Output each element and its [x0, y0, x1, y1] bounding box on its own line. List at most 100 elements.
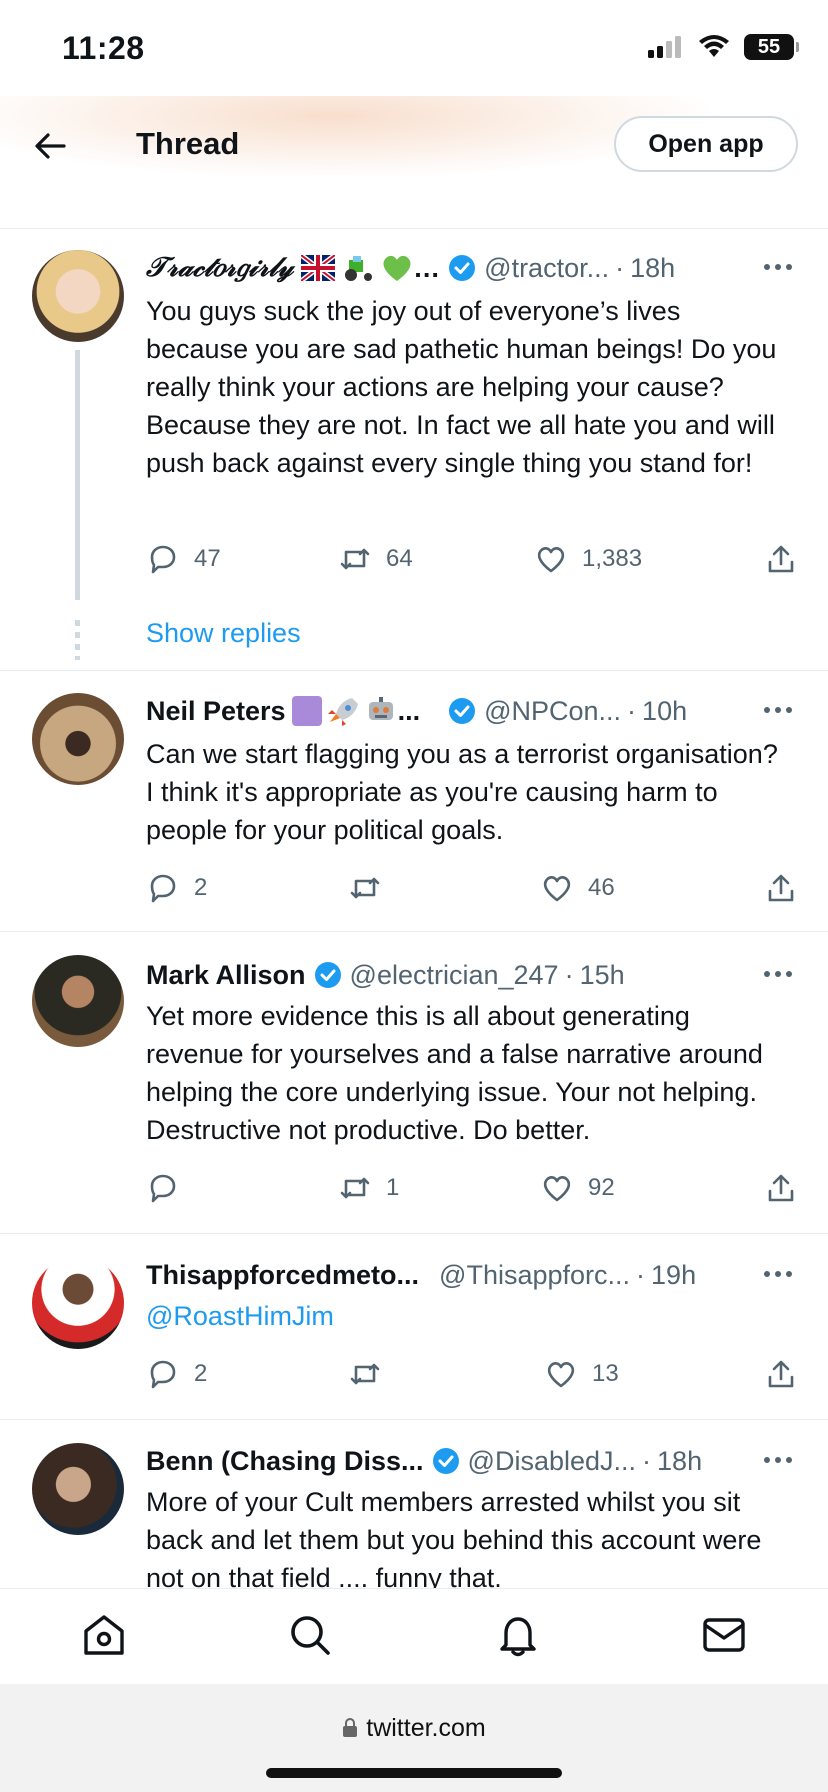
share-button[interactable]	[764, 871, 798, 905]
share-icon	[768, 874, 794, 902]
heart-icon	[537, 547, 565, 573]
separator-dot: ·	[642, 1445, 652, 1476]
separator-dot: ·	[564, 959, 574, 990]
share-button[interactable]	[764, 1171, 798, 1205]
tweet-header: Mark Allison @electrician_247 · 15h	[146, 955, 798, 995]
handle[interactable]: @Thisappforc...	[439, 1260, 630, 1291]
previous-tweet-actions-cut	[0, 196, 828, 229]
separator-dot: ·	[636, 1259, 646, 1290]
display-name[interactable]: Neil Peters	[146, 696, 286, 727]
thread-tweet[interactable]: 𝒯𝓇𝒶𝒸𝓉𝑜𝓇𝑔𝒾𝓇𝓁𝓎 … @tractor... · 18h You guy	[0, 230, 828, 671]
like-count: 13	[592, 1360, 619, 1387]
show-replies-link[interactable]: Show replies	[146, 618, 301, 649]
avatar[interactable]	[32, 955, 124, 1047]
handle[interactable]: @DisabledJ...	[468, 1446, 636, 1477]
reply-button[interactable]: 47	[146, 542, 221, 576]
thread-header: Thread Open app	[0, 96, 828, 196]
reply-count: 47	[194, 545, 221, 572]
timestamp[interactable]: 18h	[657, 1446, 702, 1477]
verified-badge-icon	[449, 698, 476, 724]
green-heart-icon	[383, 255, 411, 281]
messages-envelope-icon[interactable]	[700, 1611, 748, 1659]
avatar[interactable]	[32, 693, 124, 785]
like-button[interactable]: 1,383	[534, 542, 642, 576]
more-options-icon[interactable]	[764, 971, 798, 981]
url-text: twitter.com	[366, 1714, 486, 1742]
handle[interactable]: @electrician_247	[350, 960, 559, 991]
reply-button[interactable]: 2	[146, 1357, 207, 1391]
more-options-icon[interactable]	[764, 264, 798, 274]
verified-badge-icon	[314, 962, 341, 988]
tweet-actions: 1 92	[146, 1171, 798, 1211]
tweet-card[interactable]: Mark Allison @electrician_247 · 15h Yet …	[0, 933, 828, 1234]
tweet-text-mention[interactable]: @RoastHimJim	[146, 1297, 788, 1335]
tweet-header: Neil Peters ... @NPCon... · 10h	[146, 691, 798, 731]
timestamp[interactable]: 15h	[580, 960, 625, 991]
timestamp[interactable]: 19h	[651, 1260, 696, 1291]
back-arrow-icon[interactable]	[30, 126, 70, 166]
tweet-card[interactable]: Benn (Chasing Diss... @DisabledJ... · 18…	[0, 1421, 828, 1588]
share-button[interactable]	[764, 1357, 798, 1391]
retweet-count: 64	[386, 545, 413, 572]
uk-flag-icon	[301, 255, 336, 281]
tweet-text: Yet more evidence this is all about gene…	[146, 1001, 763, 1145]
tractor-icon	[345, 256, 373, 281]
rocket-icon	[327, 698, 358, 726]
display-name[interactable]: Benn (Chasing Diss...	[146, 1446, 424, 1477]
like-button[interactable]: 46	[540, 871, 615, 905]
tweet-card[interactable]: Neil Peters ... @NPCon... · 10h Can we s…	[0, 671, 828, 932]
share-button[interactable]	[764, 542, 798, 576]
name-ellipsis: …	[413, 252, 441, 283]
more-options-icon[interactable]	[764, 1271, 798, 1281]
open-app-button[interactable]: Open app	[614, 116, 798, 172]
retweet-button[interactable]	[348, 871, 396, 905]
avatar[interactable]	[32, 250, 124, 342]
notifications-bell-icon[interactable]	[494, 1611, 542, 1659]
retweet-icon	[340, 548, 370, 570]
url-display[interactable]: twitter.com	[0, 1714, 828, 1743]
share-icon	[768, 1360, 794, 1388]
retweet-button[interactable]: 1	[338, 1171, 399, 1205]
like-button[interactable]: 92	[540, 1171, 615, 1205]
tweet-text: You guys suck the joy out of everyone’s …	[146, 296, 777, 478]
bottom-tab-bar	[0, 1588, 828, 1685]
tweet-card[interactable]: Thisappforcedmeto... @Thisappforc... · 1…	[0, 1235, 828, 1420]
tweet-header: 𝒯𝓇𝒶𝒸𝓉𝑜𝓇𝑔𝒾𝓇𝓁𝓎 … @tractor... · 18h	[146, 248, 798, 288]
share-icon	[768, 1174, 794, 1202]
search-icon[interactable]	[286, 1611, 334, 1659]
home-icon[interactable]	[80, 1611, 128, 1659]
avatar[interactable]	[32, 1257, 124, 1349]
timestamp[interactable]: 18h	[630, 253, 675, 284]
reply-icon	[150, 1174, 176, 1203]
handle[interactable]: @NPCon...	[484, 696, 621, 727]
display-name[interactable]: 𝒯𝓇𝒶𝒸𝓉𝑜𝓇𝑔𝒾𝓇𝓁𝓎	[146, 252, 293, 284]
reply-button[interactable]	[146, 1171, 194, 1205]
reply-count: 2	[194, 874, 208, 901]
more-options-icon[interactable]	[764, 707, 798, 717]
status-bar: 11:28 55	[0, 0, 828, 96]
tweet-actions: 47 64 1,383	[146, 542, 798, 582]
reply-button[interactable]: 2	[146, 871, 207, 905]
like-count: 1,383	[582, 545, 643, 572]
more-options-icon[interactable]	[764, 1457, 798, 1467]
display-name[interactable]: Thisappforcedmeto...	[146, 1260, 419, 1291]
verified-badge-icon	[432, 1448, 459, 1474]
like-button[interactable]: 13	[544, 1357, 619, 1391]
thread-connector	[75, 350, 80, 600]
tweet-text: Can we start flagging you as a terrorist…	[146, 739, 778, 845]
timestamp[interactable]: 10h	[642, 696, 687, 727]
reply-count: 2	[194, 1360, 208, 1387]
retweet-button[interactable]	[348, 1357, 396, 1391]
browser-url-bar: twitter.com	[0, 1684, 828, 1792]
display-name[interactable]: Mark Allison	[146, 960, 306, 991]
status-icons: 55	[648, 34, 799, 60]
retweet-icon	[350, 877, 380, 899]
avatar[interactable]	[32, 1443, 124, 1535]
like-count: 92	[588, 1174, 615, 1201]
name-ellipsis: ...	[397, 695, 421, 726]
lock-icon	[343, 1718, 358, 1737]
handle[interactable]: @tractor...	[484, 253, 609, 284]
retweet-button[interactable]: 64	[338, 542, 413, 576]
robot-icon	[368, 697, 393, 720]
reply-icon	[150, 874, 176, 903]
